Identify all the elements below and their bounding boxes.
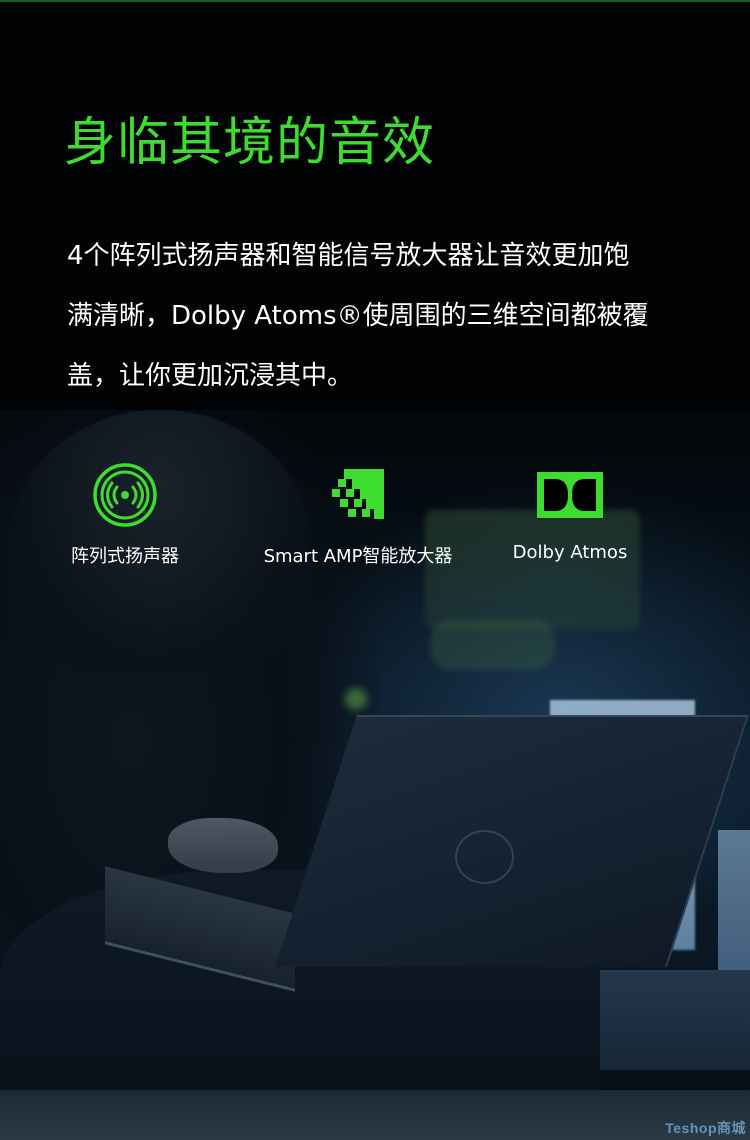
speaker-array-icon bbox=[92, 460, 158, 530]
watermark: Teshop商城 bbox=[665, 1120, 746, 1136]
page-title: 身临其境的音效 bbox=[64, 113, 436, 173]
description-line: 满清晰，Dolby Atoms®使周围的三维空间都被覆 bbox=[67, 301, 649, 331]
laptop-lid bbox=[275, 715, 749, 967]
feature-label: 阵列式扬声器 bbox=[71, 546, 179, 567]
top-divider bbox=[0, 0, 750, 2]
green-light bbox=[345, 688, 367, 710]
feature-dolby-atmos: Dolby Atmos bbox=[505, 460, 635, 563]
smart-amp-icon bbox=[332, 460, 384, 530]
floor bbox=[0, 1090, 750, 1140]
razer-logo-icon bbox=[455, 830, 514, 884]
description-line: 4个阵列式扬声器和智能信号放大器让音效更加饱 bbox=[67, 241, 630, 271]
feature-list: 阵列式扬声器 Smart AMP智能放大器 Dolby Atmos bbox=[0, 460, 750, 590]
feature-speaker-array: 阵列式扬声器 bbox=[60, 460, 190, 568]
page: 身临其境的音效 4个阵列式扬声器和智能信号放大器让音效更加饱 满清晰，Dolby… bbox=[0, 0, 750, 1140]
description-line: 盖，让你更加沉浸其中。 bbox=[67, 361, 354, 391]
feature-label: Dolby Atmos bbox=[512, 542, 628, 563]
feature-label: Smart AMP智能放大器 bbox=[263, 546, 453, 567]
person-hand bbox=[168, 818, 278, 873]
dolby-logo-icon bbox=[537, 460, 603, 530]
window-light-edge bbox=[718, 830, 750, 990]
feature-smart-amp: Smart AMP智能放大器 bbox=[258, 460, 458, 568]
wall-sign-small-blur bbox=[430, 620, 555, 670]
description: 4个阵列式扬声器和智能信号放大器让音效更加饱 满清晰，Dolby Atoms®使… bbox=[67, 226, 697, 406]
